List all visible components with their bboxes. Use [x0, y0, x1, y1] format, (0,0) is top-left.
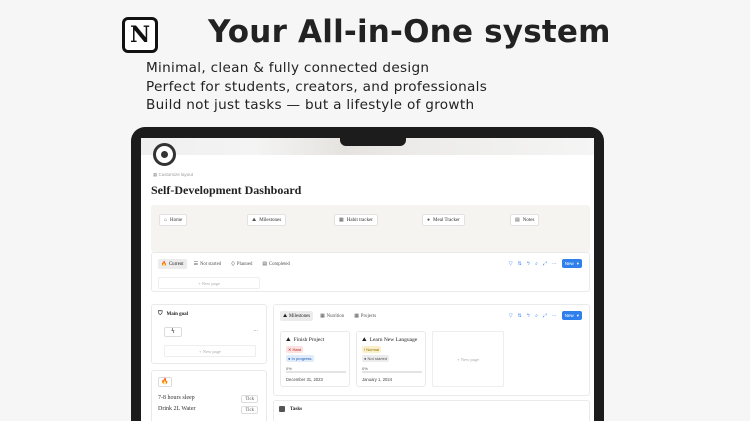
main-goal-card: ⛉ Main goal ϟ ··· + New page: [151, 304, 267, 364]
nav-notes-button[interactable]: ▤ Notes: [510, 214, 540, 226]
automation-icon[interactable]: ϟ: [527, 313, 530, 319]
automation-icon[interactable]: ϟ: [527, 261, 530, 267]
tab-milestones[interactable]: ⛰ Milestones: [280, 311, 314, 321]
habit-label: 7-8 hours sleep: [158, 395, 195, 401]
progress-bar: [362, 371, 422, 373]
milestone-icon: ⛰: [286, 337, 291, 343]
tab-nutrition[interactable]: ▦ Nutrition: [317, 311, 347, 321]
chevron-down-icon: ▾: [576, 312, 579, 318]
search-icon[interactable]: ⌕: [535, 313, 538, 319]
timeline-icon: ⟨⟩: [231, 261, 235, 267]
new-page-button[interactable]: + New page: [164, 345, 256, 357]
notion-logo: N: [122, 17, 158, 53]
priority-badge: ✕ Hard: [286, 346, 304, 353]
tab-completed[interactable]: ▤ Completed: [259, 259, 293, 269]
status-badge: ● In progress: [286, 355, 314, 362]
habit-card: 🔥 7-8 hours sleep Tick Drink 2L Water Ti…: [151, 370, 267, 421]
milestone-card[interactable]: ⛰ Finish Project ✕ Hard ● In progress 0% …: [280, 331, 350, 387]
milestone-card[interactable]: ⛰ Learn New Language ! Normal ● Not start…: [356, 331, 426, 387]
page-title: Self-Development Dashboard: [151, 183, 302, 197]
tagline-list: Minimal, clean & fully connected design …: [146, 59, 487, 115]
more-icon[interactable]: ···: [552, 261, 557, 267]
search-icon[interactable]: ⌕: [535, 261, 538, 267]
expand-icon[interactable]: ⤢: [543, 261, 547, 267]
home-icon: ⌂: [164, 217, 168, 223]
filter-icon[interactable]: ▽: [509, 313, 513, 319]
milestone-icon: ⛰: [252, 218, 257, 223]
tab-projects[interactable]: ▦ Projects: [351, 311, 379, 321]
tagline: Build not just tasks — but a lifestyle o…: [146, 97, 475, 113]
new-button[interactable]: New ▾: [561, 311, 582, 320]
due-date: December 31, 2023: [286, 377, 323, 382]
notion-screen: ▦ Customize layout Self-Development Dash…: [141, 138, 594, 421]
chevron-down-icon: ▾: [576, 260, 579, 266]
habit-label: Drink 2L Water: [158, 406, 196, 412]
list-icon: ☰: [193, 261, 198, 267]
target-icon: [153, 143, 176, 166]
camera-notch: [340, 127, 406, 146]
sort-icon[interactable]: ⇅: [518, 261, 522, 267]
nav-milestones-button[interactable]: ⛰ Milestones: [247, 214, 287, 226]
filter-icon[interactable]: ▽: [509, 261, 513, 267]
milestone-icon: ⛰: [362, 337, 367, 343]
tagline: Minimal, clean & fully connected design: [146, 60, 430, 76]
more-icon[interactable]: ···: [253, 328, 258, 334]
checkbox-icon: [279, 406, 285, 412]
milestone-icon: ⛰: [283, 314, 288, 319]
customize-layout-link[interactable]: ▦ Customize layout: [153, 172, 193, 178]
new-page-button[interactable]: + New page: [158, 277, 260, 289]
meal-icon: ●: [427, 217, 431, 223]
habit-icon: ▦: [339, 218, 344, 223]
table-icon: ▤: [262, 261, 267, 267]
tasks-database: Tasks: [273, 400, 590, 421]
nav-habit-tracker-button[interactable]: ▦ Habit tracker: [334, 214, 378, 226]
nav-block: ⌂ Home ⛰ Milestones ▦ Habit tracker ● Me…: [151, 205, 590, 252]
bolt-icon[interactable]: ϟ: [164, 327, 182, 337]
sort-icon[interactable]: ⇅: [518, 313, 522, 319]
headline: Your All-in-One system: [208, 14, 611, 50]
views-database: 🔥 Current ☰ Not started ⟨⟩ Planned ▤ Complet…: [151, 252, 590, 292]
tab-current[interactable]: 🔥 Current: [158, 259, 187, 269]
milestones-database: ⛰ Milestones ▦ Nutrition ▦ Projects ▽ ⇅ ϟ ⌕…: [273, 304, 590, 396]
more-icon[interactable]: ···: [552, 313, 557, 319]
due-date: January 1, 2024: [362, 377, 393, 382]
expand-icon[interactable]: ⤢: [543, 313, 547, 319]
progress-bar: [286, 371, 346, 373]
grid-icon: ▦: [354, 313, 359, 319]
status-badge: ● Not started: [362, 355, 390, 362]
nav-home-button[interactable]: ⌂ Home: [159, 214, 188, 226]
shield-icon: ⛉: [158, 311, 163, 317]
tick-button[interactable]: Tick: [241, 395, 258, 403]
grid-icon: ▦: [320, 313, 325, 319]
laptop-mockup: ▦ Customize layout Self-Development Dash…: [131, 127, 604, 421]
tab-planned[interactable]: ⟨⟩ Planned: [228, 259, 255, 269]
fire-icon[interactable]: 🔥: [158, 377, 172, 387]
new-button[interactable]: New ▾: [561, 259, 582, 268]
fire-icon: 🔥: [161, 261, 167, 267]
new-page-button[interactable]: + New page: [432, 331, 504, 387]
priority-badge: ! Normal: [362, 346, 382, 353]
notes-icon: ▤: [515, 218, 520, 223]
tagline: Perfect for students, creators, and prof…: [146, 78, 488, 95]
tab-not-started[interactable]: ☰ Not started: [191, 259, 225, 269]
nav-meal-tracker-button[interactable]: ● Meal Tracker: [422, 214, 465, 226]
tick-button[interactable]: Tick: [241, 406, 258, 414]
